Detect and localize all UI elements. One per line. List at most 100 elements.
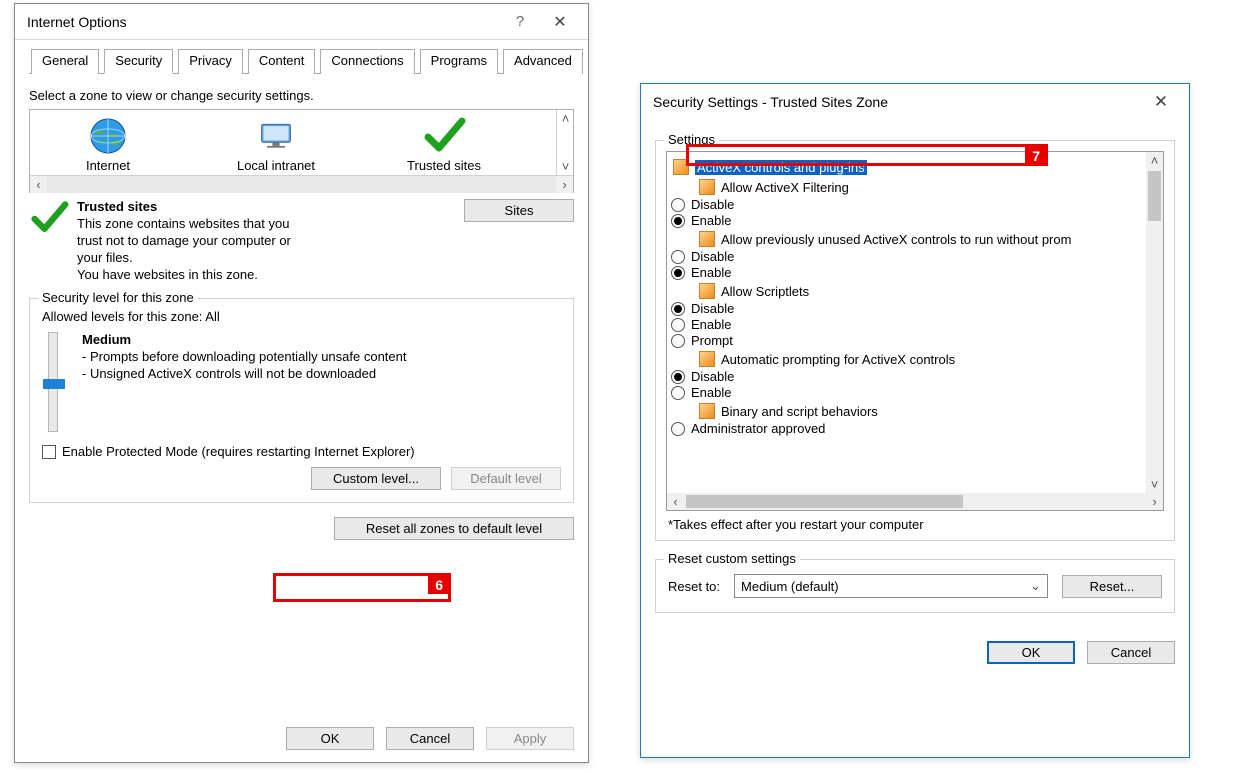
reset-all-zones-button[interactable]: Reset all zones to default level: [334, 517, 574, 540]
tab-general[interactable]: General: [31, 49, 99, 74]
tree-vscroll[interactable]: ˄ ˅: [1146, 152, 1163, 493]
tree-category-label: Automatic prompting for ActiveX controls: [721, 352, 955, 367]
scroll-track[interactable]: [557, 127, 573, 158]
zone-desc-line: You have websites in this zone.: [77, 267, 456, 282]
scroll-up-icon[interactable]: ˄: [557, 110, 574, 127]
sites-button[interactable]: Sites: [464, 199, 574, 222]
tree-option[interactable]: Enable: [671, 317, 1142, 332]
apply-button: Apply: [486, 727, 574, 750]
scroll-thumb[interactable]: [1148, 171, 1161, 221]
reset-to-select[interactable]: Medium (default) ⌄: [734, 574, 1048, 598]
tree-option[interactable]: Disable: [671, 301, 1142, 316]
radio-icon[interactable]: [671, 302, 685, 316]
scroll-right-icon[interactable]: ›: [1146, 493, 1163, 510]
tree-option-label: Disable: [691, 197, 734, 212]
zone-internet[interactable]: Internet: [48, 114, 168, 173]
activex-icon: [673, 159, 689, 175]
tree-option-label: Enable: [691, 213, 731, 228]
tree-category[interactable]: Binary and script behaviors: [697, 402, 1142, 420]
activex-icon: [699, 403, 715, 419]
tab-advanced[interactable]: Advanced: [503, 49, 583, 74]
tree-option[interactable]: Administrator approved: [671, 421, 1142, 436]
ok-button[interactable]: OK: [987, 641, 1075, 664]
tree-option[interactable]: Enable: [671, 385, 1142, 400]
scroll-left-icon[interactable]: ‹: [667, 493, 684, 510]
tree-category-root[interactable]: ActiveX controls and plug-ins: [671, 158, 1142, 176]
tree-hscroll[interactable]: ‹ ›: [667, 493, 1163, 510]
radio-icon[interactable]: [671, 198, 685, 212]
protected-mode-label: Enable Protected Mode (requires restarti…: [62, 444, 415, 459]
default-level-button: Default level: [451, 467, 561, 490]
zone-trusted-sites[interactable]: Trusted sites: [384, 114, 504, 173]
scroll-down-icon[interactable]: ˅: [557, 158, 574, 175]
level-bullet: - Prompts before downloading potentially…: [82, 349, 406, 364]
tree-category[interactable]: Allow Scriptlets: [697, 282, 1142, 300]
tree-option[interactable]: Disable: [671, 197, 1142, 212]
tab-programs[interactable]: Programs: [420, 49, 498, 74]
zone-local-intranet[interactable]: Local intranet: [216, 114, 336, 173]
tree-category-label: Allow ActiveX Filtering: [721, 180, 849, 195]
monitor-icon: [216, 114, 336, 158]
tree-category[interactable]: Allow previously unused ActiveX controls…: [697, 230, 1142, 248]
scroll-thumb[interactable]: [686, 495, 963, 508]
tree-category[interactable]: Automatic prompting for ActiveX controls: [697, 350, 1142, 368]
tree-option-label: Enable: [691, 317, 731, 332]
tree-category-label: Allow Scriptlets: [721, 284, 809, 299]
reset-button[interactable]: Reset...: [1062, 575, 1162, 598]
zone-hscroll[interactable]: ‹ ›: [30, 175, 573, 192]
security-level-slider[interactable]: [42, 332, 64, 432]
tab-security[interactable]: Security: [104, 49, 173, 74]
cancel-button[interactable]: Cancel: [1087, 641, 1175, 664]
globe-icon: [48, 114, 168, 158]
cancel-button[interactable]: Cancel: [386, 727, 474, 750]
tree-category-label: Binary and script behaviors: [721, 404, 878, 419]
protected-mode-row[interactable]: Enable Protected Mode (requires restarti…: [42, 444, 561, 459]
tree-option[interactable]: Prompt: [671, 333, 1142, 348]
custom-level-button[interactable]: Custom level...: [311, 467, 441, 490]
close-button[interactable]: ✕: [540, 8, 580, 36]
radio-icon[interactable]: [671, 214, 685, 228]
tree-option[interactable]: Enable: [671, 213, 1142, 228]
tree-option[interactable]: Disable: [671, 249, 1142, 264]
radio-icon[interactable]: [671, 370, 685, 384]
slider-thumb[interactable]: [43, 379, 65, 389]
scroll-up-icon[interactable]: ˄: [1146, 152, 1163, 169]
scroll-left-icon[interactable]: ‹: [30, 176, 47, 193]
tree-option-label: Administrator approved: [691, 421, 825, 436]
close-button[interactable]: ✕: [1141, 88, 1181, 116]
radio-icon[interactable]: [671, 250, 685, 264]
titlebar-buttons: ? ✕: [500, 8, 580, 36]
tab-connections[interactable]: Connections: [320, 49, 414, 74]
zones-list: Internet: [29, 109, 574, 193]
tree-option[interactable]: Disable: [671, 369, 1142, 384]
radio-icon[interactable]: [671, 318, 685, 332]
tree-category-label: Allow previously unused ActiveX controls…: [721, 232, 1071, 247]
radio-icon[interactable]: [671, 386, 685, 400]
radio-icon[interactable]: [671, 334, 685, 348]
tree-category[interactable]: Allow ActiveX Filtering: [697, 178, 1142, 196]
dialog-title: Security Settings - Trusted Sites Zone: [653, 94, 888, 110]
radio-icon[interactable]: [671, 422, 685, 436]
checkbox-icon[interactable]: [42, 445, 56, 459]
scroll-track[interactable]: [47, 176, 556, 193]
titlebar: Internet Options ? ✕: [15, 4, 588, 40]
help-button[interactable]: ?: [500, 8, 540, 36]
tab-content[interactable]: Content: [248, 49, 316, 74]
reset-to-label: Reset to:: [668, 579, 720, 594]
scroll-right-icon[interactable]: ›: [556, 176, 573, 193]
tree-option[interactable]: Enable: [671, 265, 1142, 280]
radio-icon[interactable]: [671, 266, 685, 280]
options-tabs: General Security Privacy Content Connect…: [29, 48, 574, 74]
tree-option-label: Enable: [691, 265, 731, 280]
security-level-group: Security level for this zone Allowed lev…: [29, 298, 574, 503]
zone-desc-line: This zone contains websites that you: [77, 216, 456, 231]
scroll-down-icon[interactable]: ˅: [1146, 476, 1163, 493]
tree-category-label: ActiveX controls and plug-ins: [695, 160, 867, 175]
activex-icon: [699, 231, 715, 247]
tab-privacy[interactable]: Privacy: [178, 49, 243, 74]
zone-vscroll[interactable]: ˄ ˅: [556, 110, 573, 175]
ok-button[interactable]: OK: [286, 727, 374, 750]
chevron-down-icon: ⌄: [1030, 578, 1041, 594]
allowed-levels: Allowed levels for this zone: All: [42, 309, 561, 324]
dialog-buttons: OK Cancel: [655, 641, 1175, 670]
